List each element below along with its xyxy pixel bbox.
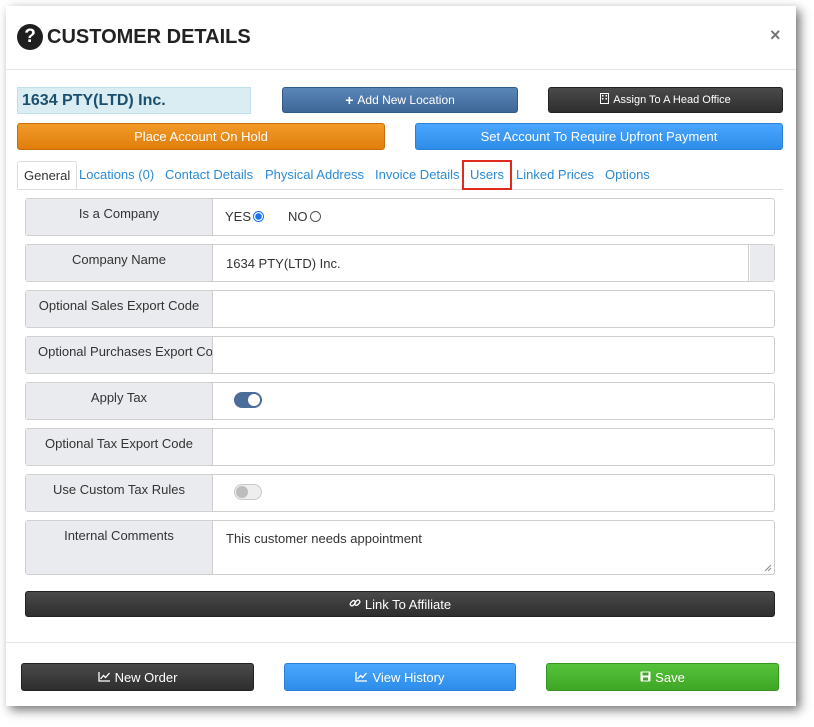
tax-export-row: Optional Tax Export Code [25, 428, 775, 466]
link-affiliate-button[interactable]: Link To Affiliate [25, 591, 775, 617]
purchases-export-label: Optional Purchases Export Co [26, 337, 213, 373]
tab-linked-prices[interactable]: Linked Prices [516, 161, 594, 189]
resize-handle-icon[interactable] [764, 564, 772, 572]
yes-radio[interactable] [253, 211, 265, 222]
apply-tax-toggle[interactable] [234, 392, 262, 408]
customer-details-modal: ? CUSTOMER DETAILS × 1634 PTY(LTD) Inc. … [6, 6, 796, 706]
toggle-knob [236, 486, 248, 498]
tab-invoice-details[interactable]: Invoice Details [375, 161, 460, 189]
assign-head-office-button[interactable]: Assign To A Head Office [548, 87, 783, 113]
internal-comments-label: Internal Comments [26, 521, 213, 574]
tax-export-input[interactable] [214, 429, 774, 465]
company-name-addon [750, 245, 774, 281]
company-name-row: Company Name 1634 PTY(LTD) Inc. [25, 244, 775, 282]
custom-tax-toggle[interactable] [234, 484, 262, 500]
footer-divider [6, 642, 796, 643]
apply-tax-row: Apply Tax [25, 382, 775, 420]
internal-comments-row: Internal Comments This customer needs ap… [25, 520, 775, 575]
place-on-hold-button[interactable]: Place Account On Hold [17, 123, 385, 150]
sales-export-input[interactable] [214, 291, 774, 327]
no-option[interactable]: NO [288, 209, 321, 224]
chart-icon [97, 670, 111, 685]
plus-icon: + [345, 92, 354, 108]
tab-contact-details[interactable]: Contact Details [165, 161, 253, 189]
custom-tax-label: Use Custom Tax Rules [26, 475, 213, 511]
tab-physical-address[interactable]: Physical Address [265, 161, 364, 189]
account-name-badge: 1634 PTY(LTD) Inc. [17, 87, 251, 114]
tab-users[interactable]: Users [462, 160, 512, 190]
yes-option[interactable]: YES [225, 209, 265, 224]
toggle-knob [248, 394, 260, 406]
close-button[interactable]: × [770, 25, 781, 46]
apply-tax-label: Apply Tax [26, 383, 213, 419]
is-company-label: Is a Company [26, 199, 213, 235]
company-name-input[interactable]: 1634 PTY(LTD) Inc. [214, 245, 749, 281]
sales-export-label: Optional Sales Export Code [26, 291, 213, 327]
custom-tax-row: Use Custom Tax Rules [25, 474, 775, 512]
no-radio[interactable] [309, 211, 321, 222]
link-icon [349, 597, 361, 612]
sales-export-row: Optional Sales Export Code [25, 290, 775, 328]
tab-locations[interactable]: Locations (0) [79, 161, 154, 189]
tab-general[interactable]: General [17, 161, 78, 189]
building-icon [600, 93, 610, 107]
new-order-button[interactable]: New Order [21, 663, 254, 691]
chart-icon [355, 670, 368, 685]
company-name-label: Company Name [26, 245, 213, 281]
floppy-disk-icon [640, 670, 651, 685]
save-button[interactable]: Save [546, 663, 779, 691]
modal-title: CUSTOMER DETAILS [47, 26, 251, 48]
modal-header: ? CUSTOMER DETAILS × [6, 6, 796, 70]
purchases-export-input[interactable] [214, 337, 774, 373]
view-history-button[interactable]: View History [284, 663, 516, 691]
purchases-export-row: Optional Purchases Export Co [25, 336, 775, 374]
require-upfront-payment-button[interactable]: Set Account To Require Upfront Payment [415, 123, 783, 150]
help-icon[interactable]: ? [17, 24, 43, 50]
add-location-button[interactable]: + Add New Location [282, 87, 518, 113]
tax-export-label: Optional Tax Export Code [26, 429, 213, 465]
is-company-row: Is a Company YES NO [25, 198, 775, 236]
tab-bar: General Locations (0) Contact Details Ph… [17, 160, 783, 190]
internal-comments-textarea[interactable]: This customer needs appointment [214, 521, 774, 574]
tab-options[interactable]: Options [605, 161, 650, 189]
